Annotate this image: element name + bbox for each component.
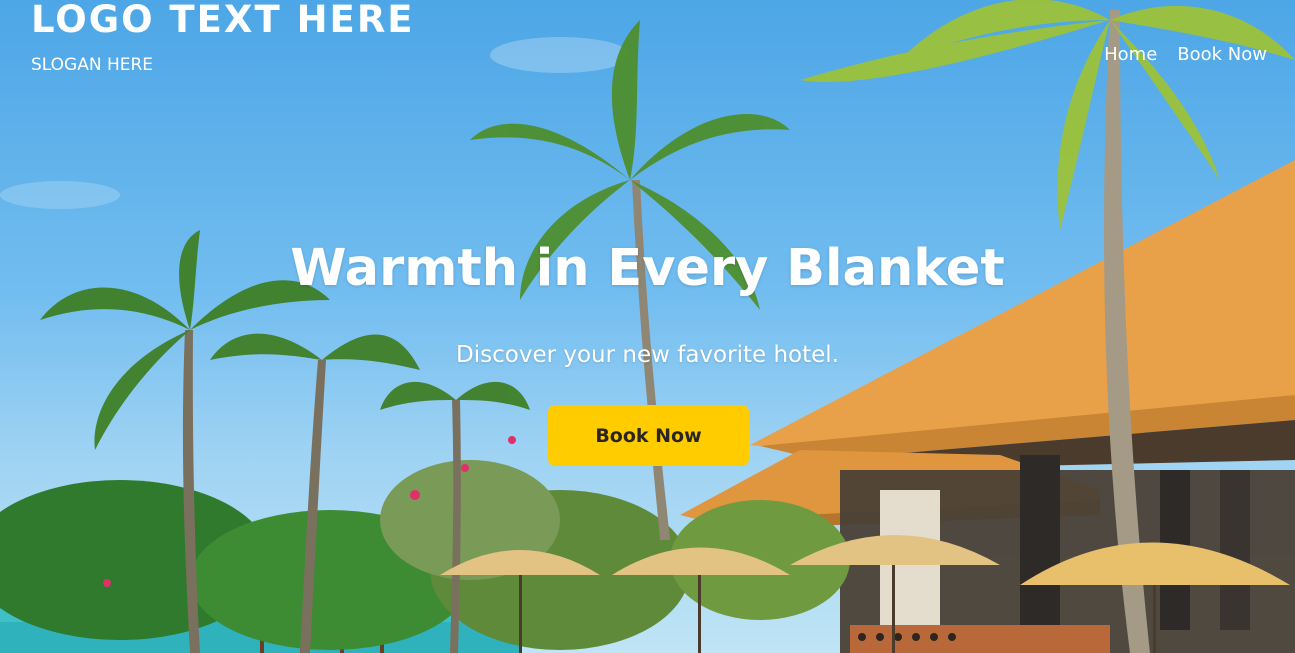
hero-background-image bbox=[0, 0, 1295, 653]
hero-headline: Warmth in Every Blanket bbox=[290, 239, 1005, 298]
logo-text[interactable]: LOGO TEXT HERE bbox=[31, 0, 415, 42]
hero-subheadline: Discover your new favorite hotel. bbox=[456, 342, 839, 368]
nav-book-now-link[interactable]: Book Now bbox=[1177, 42, 1267, 68]
hero-section: LOGO TEXT HERE SLOGAN HERE Home Book Now… bbox=[0, 0, 1295, 653]
nav-home-link[interactable]: Home bbox=[1104, 42, 1157, 68]
book-now-button[interactable]: Book Now bbox=[548, 405, 749, 466]
slogan: SLOGAN HERE bbox=[31, 55, 154, 75]
main-nav: Home Book Now bbox=[1104, 42, 1267, 68]
